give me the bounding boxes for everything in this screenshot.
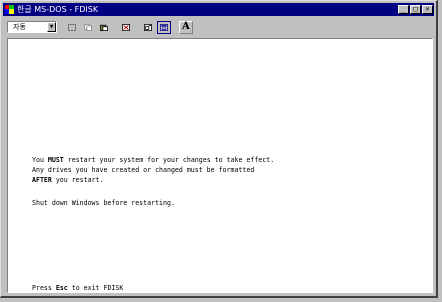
font-size-select[interactable]: 자동 ▼ — [7, 21, 57, 33]
minimize-button[interactable]: _ — [398, 5, 409, 14]
font-icon: A — [182, 20, 190, 32]
background-icon — [160, 23, 168, 31]
properties-icon — [144, 23, 152, 31]
fullscreen-icon — [122, 23, 130, 31]
window-title: 한글 MS-DOS - FDISK — [17, 5, 99, 14]
title-bar[interactable]: 한글 MS-DOS - FDISK _ □ × — [3, 3, 434, 16]
paste-icon — [100, 24, 108, 31]
toolbar: 자동 ▼ A — [3, 18, 434, 36]
exit-prompt: Press Esc to exit FDISK — [32, 284, 124, 292]
fullscreen-button[interactable] — [119, 21, 133, 34]
msdos-window: 한글 MS-DOS - FDISK _ □ × 자동 ▼ A You MUST … — [0, 0, 438, 298]
copy-icon — [84, 23, 92, 31]
background-button[interactable] — [157, 20, 171, 34]
chevron-down-icon[interactable]: ▼ — [47, 22, 56, 32]
maximize-button[interactable]: □ — [410, 5, 421, 14]
copy-button[interactable] — [81, 21, 95, 34]
close-button[interactable]: × — [422, 5, 433, 14]
shutdown-message: Shut down Windows before restarting. — [32, 199, 175, 207]
restart-message: You MUST restart your system for your ch… — [32, 156, 275, 164]
font-button[interactable]: A — [179, 20, 193, 34]
paste-button[interactable] — [97, 21, 111, 34]
terminal-output[interactable]: You MUST restart your system for your ch… — [7, 38, 433, 293]
mark-button[interactable] — [65, 21, 79, 34]
after-restart-message: AFTER you restart. — [32, 176, 104, 184]
msdos-app-icon[interactable] — [5, 5, 14, 14]
properties-button[interactable] — [141, 21, 155, 34]
font-size-value: 자동 — [13, 23, 26, 31]
mark-icon — [68, 23, 76, 31]
format-message: Any drives you have created or changed m… — [32, 166, 255, 174]
